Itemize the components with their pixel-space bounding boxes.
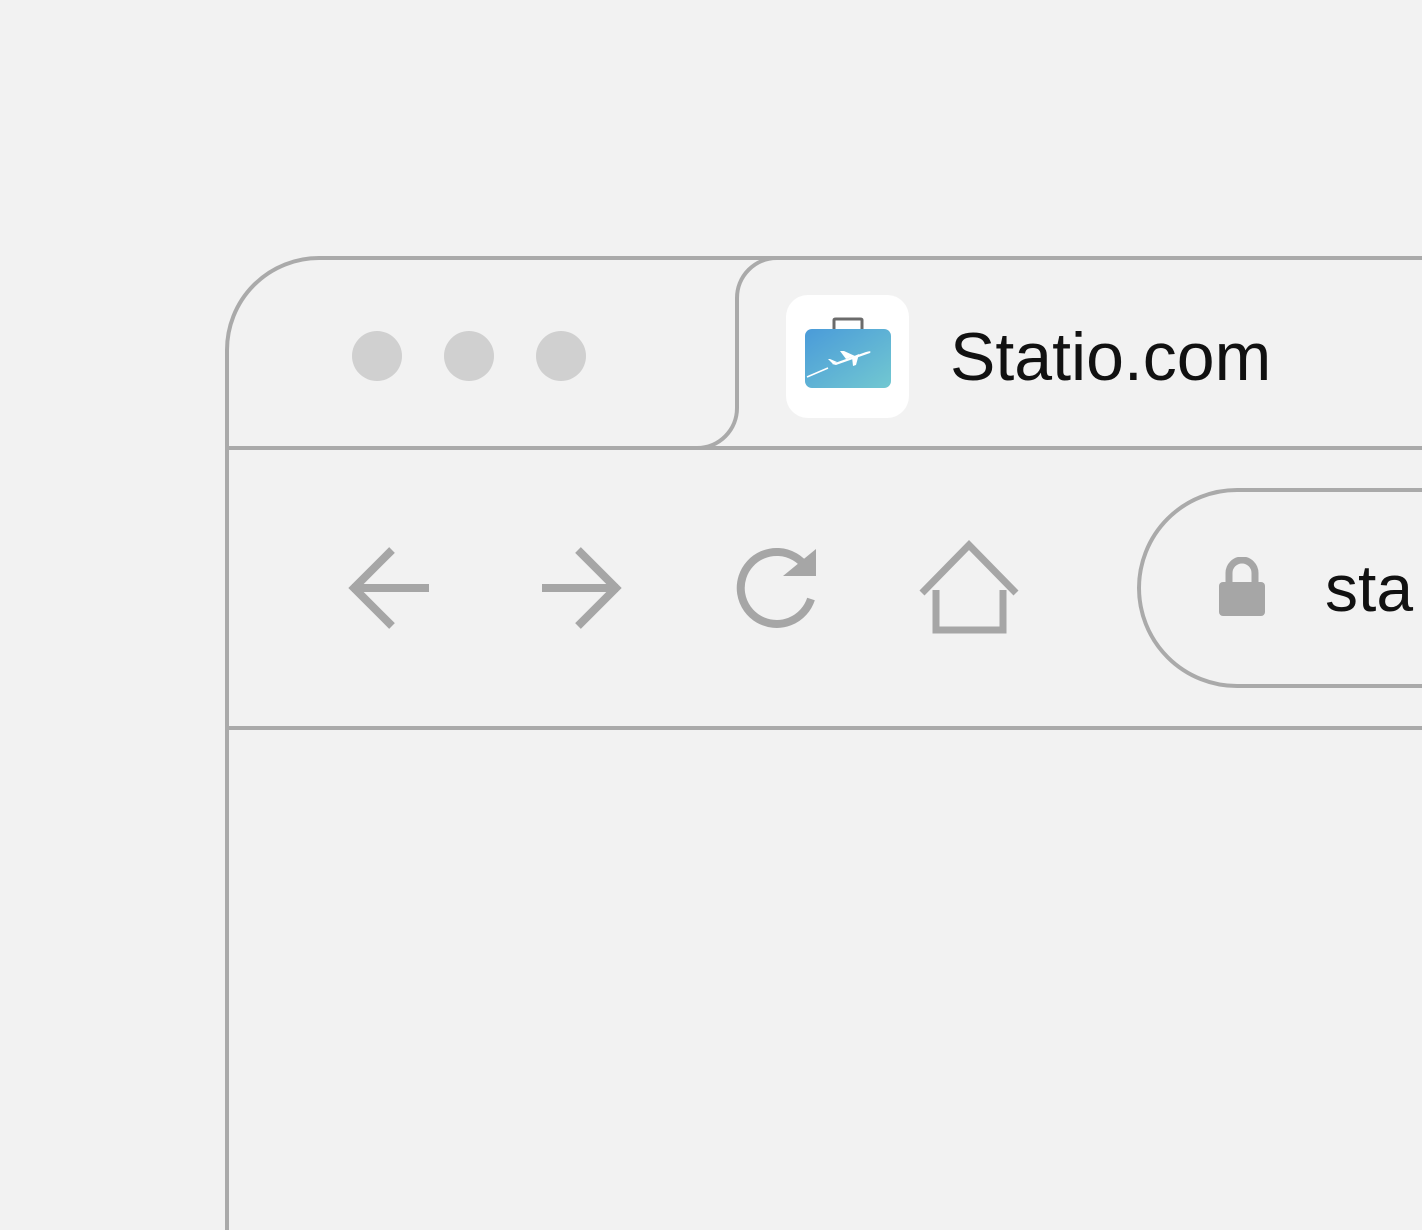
arrow-left-icon <box>348 547 429 629</box>
window-control-dot-1[interactable] <box>352 331 402 381</box>
window-control-dot-3[interactable] <box>536 331 586 381</box>
browser-window-outline <box>225 256 1422 1230</box>
back-button[interactable] <box>346 546 432 632</box>
window-control-dot-2[interactable] <box>444 331 494 381</box>
arrow-right-icon <box>542 547 622 629</box>
reload-icon <box>736 547 816 628</box>
browser-window <box>0 0 1422 1230</box>
reload-button[interactable] <box>733 546 819 632</box>
lock-icon[interactable] <box>1216 557 1268 619</box>
address-url[interactable]: sta <box>1325 548 1413 628</box>
forward-button[interactable] <box>538 546 624 632</box>
suitcase-airplane-icon <box>786 295 909 418</box>
tab-title: Statio.com <box>950 319 1272 395</box>
home-icon <box>919 540 1019 634</box>
home-button[interactable] <box>918 540 1022 636</box>
